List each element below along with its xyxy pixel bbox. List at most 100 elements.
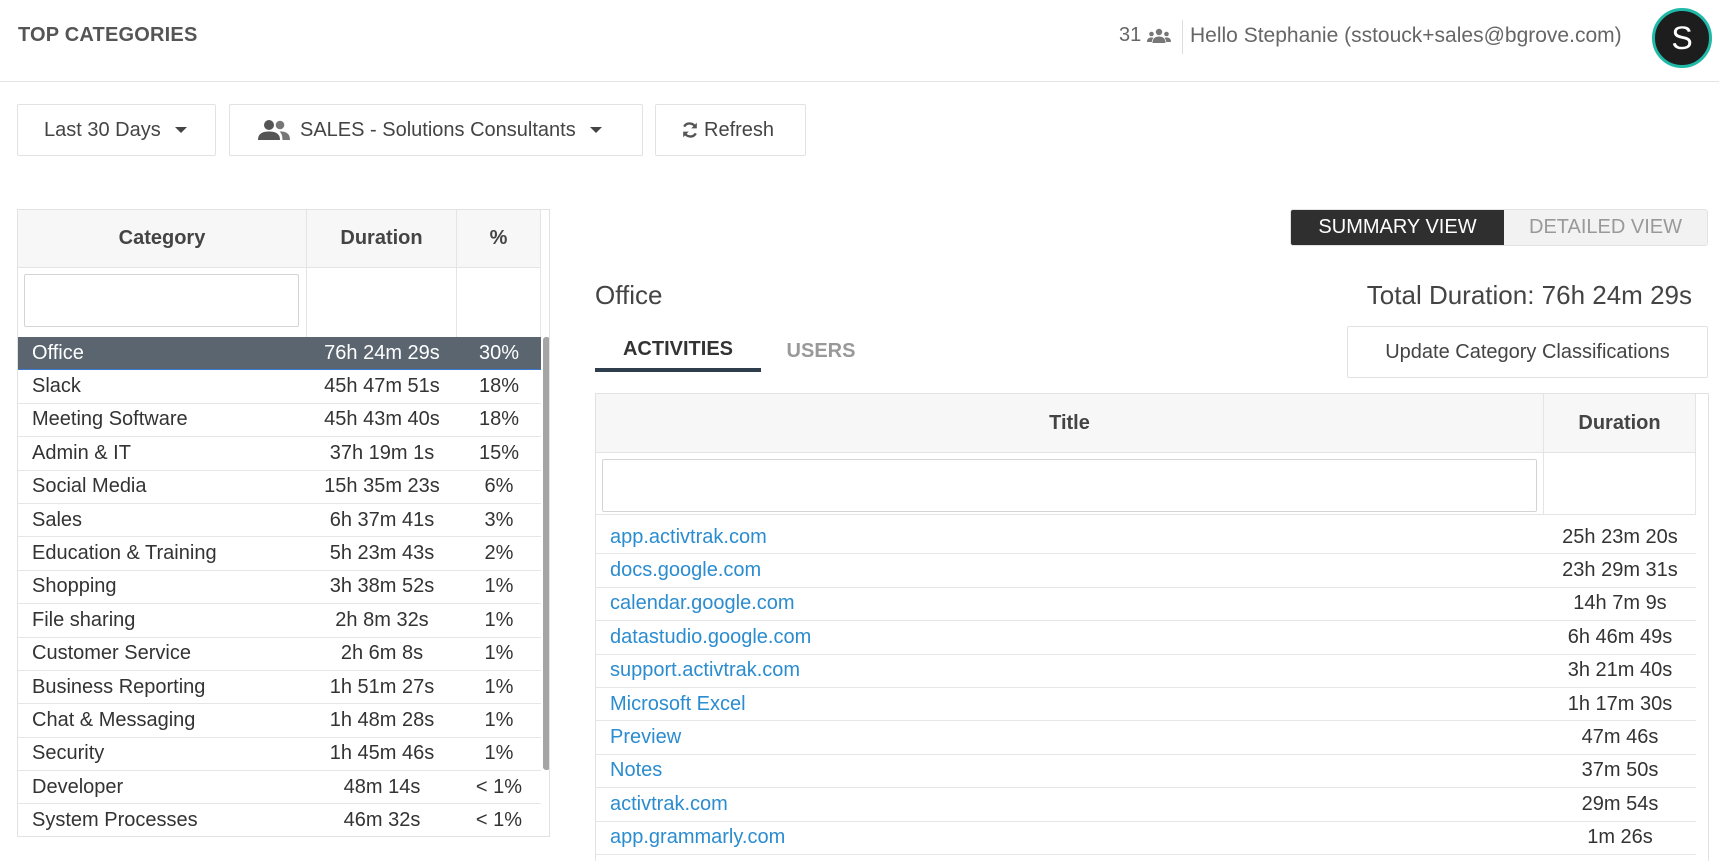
table-row: app.grammarly.com 1m 26s — [596, 822, 1696, 855]
table-row: Microsoft Excel 1h 17m 30s — [596, 688, 1696, 722]
duration-cell: 47m 46s — [1581, 726, 1659, 749]
top-header: TOP CATEGORIES 31 Hello Stephanie (sstou… — [0, 0, 1719, 82]
duration-cell: 37m 50s — [1581, 759, 1659, 782]
tab-users[interactable]: USERS — [761, 330, 881, 372]
category-cell: Customer Service — [32, 642, 191, 665]
activity-title-link[interactable]: app.activtrak.com — [596, 526, 1544, 549]
table-row[interactable]: Developer 48m 14s < 1% — [18, 771, 541, 805]
duration-cell: 76h 24m 29s — [324, 341, 440, 364]
table-row[interactable]: Chat & Messaging 1h 48m 28s 1% — [18, 704, 541, 738]
activity-title-link[interactable]: datastudio.google.com — [596, 626, 1544, 649]
percent-cell: 1% — [484, 708, 514, 731]
duration-cell: 1h 51m 27s — [329, 675, 435, 698]
avatar-initial: S — [1671, 19, 1693, 56]
refresh-label: Refresh — [704, 118, 775, 141]
category-cell: File sharing — [32, 608, 136, 631]
percent-cell: 15% — [478, 441, 520, 464]
caret-down-icon — [589, 127, 602, 133]
column-header-category[interactable]: Category — [18, 210, 307, 267]
table-row[interactable]: Slack 45h 47m 51s 18% — [18, 370, 541, 404]
avatar[interactable]: S — [1652, 8, 1712, 68]
duration-cell: 3h 21m 40s — [1567, 659, 1673, 682]
user-greeting[interactable]: Hello Stephanie (sstouck+sales@bgrove.co… — [1190, 24, 1622, 48]
group-label: SALES - Solutions Consultants — [300, 118, 576, 141]
table-row[interactable]: Security 1h 45m 46s 1% — [18, 738, 541, 772]
activity-title-link[interactable]: Notes — [596, 759, 1544, 782]
category-cell: Shopping — [32, 575, 117, 598]
table-row[interactable]: Sales 6h 37m 41s 3% — [18, 504, 541, 538]
total-duration: Total Duration: 76h 24m 29s — [1366, 280, 1692, 310]
duration-cell: 6h 37m 41s — [329, 508, 435, 531]
tab-activities[interactable]: ACTIVITIES — [595, 330, 761, 372]
refresh-button[interactable]: Refresh — [655, 104, 806, 156]
activity-title-link[interactable]: support.activtrak.com — [596, 659, 1544, 682]
table-row[interactable]: Customer Service 2h 6m 8s 1% — [18, 638, 541, 671]
table-row: app.activtrak.com 25h 23m 20s — [596, 521, 1696, 555]
table-row[interactable]: Education & Training 5h 23m 43s 2% — [18, 537, 541, 571]
category-cell: System Processes — [32, 809, 198, 832]
date-range-dropdown[interactable]: Last 30 Days — [17, 104, 216, 156]
table-row[interactable]: System Processes 46m 32s < 1% — [18, 804, 541, 836]
scrollbar-thumb[interactable] — [543, 337, 549, 770]
table-row[interactable]: File sharing 2h 8m 32s 1% — [18, 604, 541, 638]
category-cell: Education & Training — [32, 542, 217, 565]
duration-cell: 3h 38m 52s — [329, 575, 435, 598]
table-row[interactable]: Social Media 15h 35m 23s 6% — [18, 471, 541, 504]
activity-title-link[interactable]: docs.google.com — [596, 559, 1544, 582]
caret-down-icon — [174, 127, 187, 133]
duration-cell: 15h 35m 23s — [324, 475, 440, 498]
group-dropdown[interactable]: SALES - Solutions Consultants — [229, 104, 643, 156]
column-header-duration[interactable]: Duration — [307, 210, 457, 267]
percent-cell: 1% — [484, 608, 514, 631]
duration-cell: 25h 23m 20s — [1562, 525, 1678, 548]
activities-rows: app.activtrak.com 25h 23m 20s docs.google.… — [596, 521, 1696, 855]
table-row[interactable]: Admin & IT 37h 19m 1s 15% — [18, 437, 541, 471]
percent-cell: 1% — [484, 742, 514, 765]
summary-view-button[interactable]: SUMMARY VIEW — [1291, 210, 1504, 245]
column-header-duration[interactable]: Duration — [1544, 394, 1696, 452]
group-icon — [258, 120, 290, 140]
page-title: TOP CATEGORIES — [18, 24, 198, 46]
activity-title-link[interactable]: activtrak.com — [596, 793, 1544, 816]
percent-cell: 1% — [484, 642, 514, 665]
category-cell: Business Reporting — [32, 675, 206, 698]
categories-scrollbar[interactable] — [542, 337, 549, 836]
update-category-classifications-button[interactable]: Update Category Classifications — [1347, 326, 1708, 378]
category-filter-input[interactable] — [24, 274, 299, 327]
header-divider — [1182, 20, 1183, 54]
categories-table-header: Category Duration % — [18, 210, 541, 268]
activity-title-link[interactable]: Microsoft Excel — [596, 693, 1544, 716]
duration-cell: 37h 19m 1s — [329, 441, 435, 464]
percent-cell: < 1% — [475, 809, 523, 832]
category-cell: Admin & IT — [32, 441, 131, 464]
category-cell: Slack — [32, 375, 81, 398]
percent-cell: < 1% — [475, 775, 523, 798]
percent-cell: 3% — [484, 508, 514, 531]
activity-filter-input[interactable] — [602, 459, 1537, 512]
column-header-title[interactable]: Title — [596, 394, 1544, 452]
duration-cell: 46m 32s — [343, 809, 421, 832]
table-row[interactable]: Office 76h 24m 29s 30% — [18, 337, 541, 371]
category-cell: Security — [32, 742, 105, 765]
duration-cell: 48m 14s — [343, 775, 421, 798]
table-row[interactable]: Meeting Software 45h 43m 40s 18% — [18, 404, 541, 438]
activity-title-link[interactable]: app.grammarly.com — [596, 826, 1544, 849]
user-count[interactable]: 31 — [1119, 24, 1172, 47]
table-row[interactable]: Shopping 3h 38m 52s 1% — [18, 571, 541, 605]
detailed-view-button[interactable]: DETAILED VIEW — [1504, 210, 1707, 245]
duration-cell: 1h 48m 28s — [329, 708, 435, 731]
duration-cell: 6h 46m 49s — [1567, 625, 1673, 648]
detail-tabs: ACTIVITIES USERS — [595, 330, 881, 372]
table-row: Preview 47m 46s — [596, 721, 1696, 755]
activities-filter-row — [596, 453, 1696, 515]
activity-title-link[interactable]: Preview — [596, 726, 1544, 749]
activity-title-link[interactable]: calendar.google.com — [596, 592, 1544, 615]
selected-category-title: Office — [595, 280, 663, 310]
table-row: calendar.google.com 14h 7m 9s — [596, 588, 1696, 622]
duration-cell: 14h 7m 9s — [1573, 592, 1667, 615]
category-cell: Developer — [32, 775, 124, 798]
user-count-value: 31 — [1119, 24, 1142, 46]
table-row[interactable]: Business Reporting 1h 51m 27s 1% — [18, 671, 541, 705]
category-cell: Social Media — [32, 475, 147, 498]
column-header-percent[interactable]: % — [457, 210, 541, 267]
